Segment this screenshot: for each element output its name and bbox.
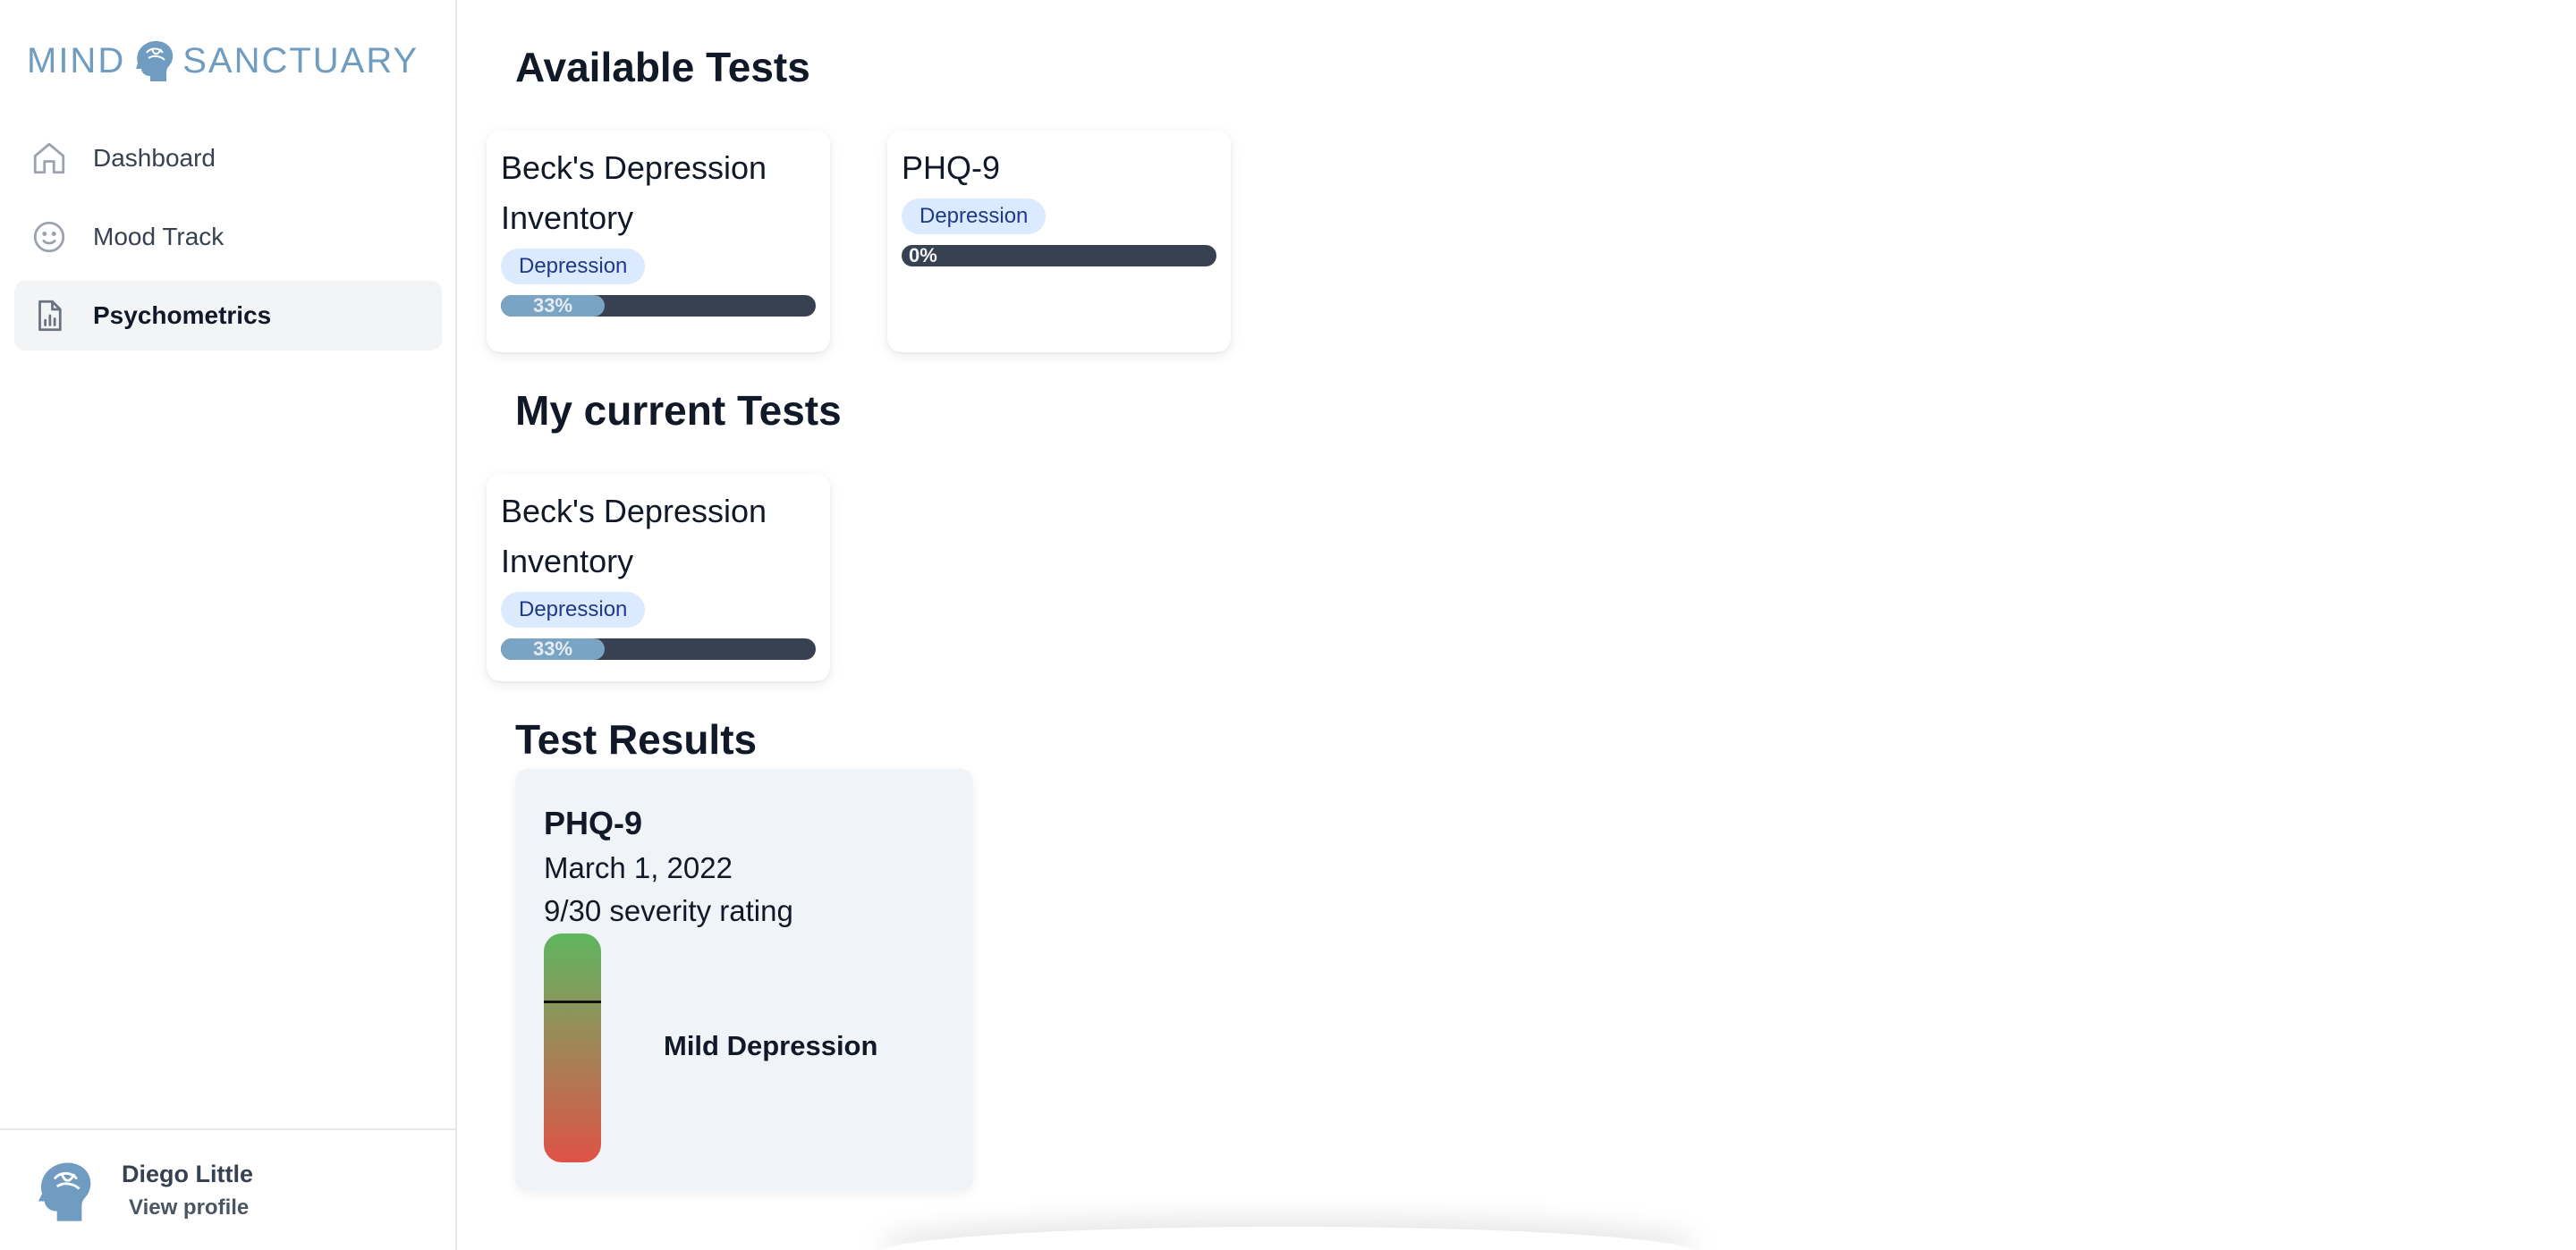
- sidebar-nav: Dashboard Mood Track Psychometrics: [14, 123, 442, 359]
- chart-document-icon: [38, 300, 62, 332]
- category-badge: Depression: [501, 592, 646, 628]
- sidebar-item-label: Psychometrics: [93, 301, 272, 329]
- bottom-card-shadow: [877, 1227, 1699, 1250]
- test-result-card[interactable]: PHQ-9 March 1, 2022 9/30 severity rating…: [515, 769, 973, 1191]
- category-badge: Depression: [501, 249, 646, 284]
- test-card-title: Beck's Depression Inventory: [501, 149, 767, 236]
- avatar: [38, 1162, 91, 1221]
- section-title-results: Test Results: [515, 716, 758, 763]
- app-logo[interactable]: MIND SANCTUARY: [27, 34, 419, 88]
- logo-text-left: MIND: [27, 40, 126, 80]
- sidebar-item-psychometrics[interactable]: Psychometrics: [14, 281, 442, 351]
- test-card[interactable]: PHQ-9 Depression 0%: [887, 131, 1231, 352]
- sidebar-item-mood-track[interactable]: Mood Track: [14, 202, 442, 272]
- result-title: PHQ-9: [544, 805, 643, 841]
- result-score: 9/30 severity rating: [544, 894, 793, 927]
- smiley-icon: [33, 221, 65, 253]
- view-profile-link[interactable]: View profile: [122, 1195, 253, 1220]
- severity-label: Mild Depression: [664, 1030, 878, 1061]
- user-profile[interactable]: Diego Little View profile: [0, 1128, 455, 1250]
- progress-label: 33%: [533, 295, 573, 317]
- progress-bar: 33%: [501, 295, 816, 317]
- sidebar-item-dashboard[interactable]: Dashboard: [14, 123, 442, 193]
- test-card[interactable]: Beck's Depression Inventory Depression 3…: [487, 131, 830, 352]
- severity-gauge: [544, 933, 601, 1162]
- brain-head-logo-icon: [136, 40, 174, 81]
- sidebar-item-label: Dashboard: [93, 144, 216, 172]
- progress-bar: 0%: [902, 245, 1216, 266]
- section-title-available: Available Tests: [515, 44, 810, 90]
- severity-gauge-marker: [544, 1001, 601, 1003]
- profile-name: Diego Little: [122, 1160, 253, 1187]
- test-card-title: Beck's Depression Inventory: [501, 493, 767, 579]
- current-test-card[interactable]: Beck's Depression Inventory Depression 3…: [487, 474, 830, 681]
- logo-text-right: SANCTUARY: [182, 40, 419, 80]
- progress-label: 33%: [533, 638, 573, 660]
- progress-label: 0%: [909, 245, 937, 266]
- sidebar: MIND SANCTUARY Dashboard Mood Track Psyc…: [0, 0, 457, 1250]
- result-date: March 1, 2022: [544, 851, 733, 884]
- test-card-title: PHQ-9: [902, 149, 1001, 186]
- progress-bar: 33%: [501, 638, 816, 660]
- home-icon: [33, 142, 65, 174]
- section-title-current: My current Tests: [515, 387, 842, 434]
- category-badge: Depression: [902, 198, 1046, 234]
- sidebar-item-label: Mood Track: [93, 223, 225, 250]
